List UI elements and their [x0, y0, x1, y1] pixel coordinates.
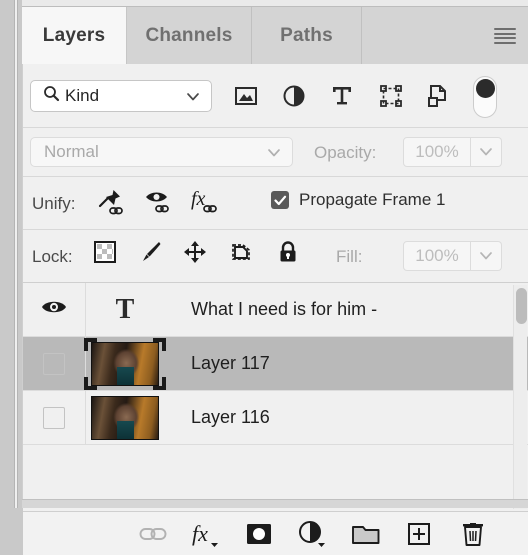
layers-bottom-toolbar: fx [23, 511, 528, 555]
table-row[interactable]: Layer 116 [23, 391, 528, 445]
link-icon[interactable] [135, 517, 171, 551]
unify-style-fx-icon[interactable]: fx [189, 186, 223, 220]
layers-panel: Layers Channels Paths Kind Normal Opacit… [0, 0, 528, 555]
layer-list[interactable]: T What I need is for him - Layer 117 Lay… [23, 283, 528, 511]
trash-icon[interactable] [455, 517, 491, 551]
lock-label: Lock: [32, 247, 73, 266]
unify-visibility-eye-icon[interactable] [142, 186, 176, 220]
filter-enable-toggle[interactable] [473, 76, 497, 118]
panel-tab-bar: Layers Channels Paths [22, 7, 528, 64]
layer-name[interactable]: Layer 117 [191, 337, 270, 390]
opacity-label: Opacity: [314, 143, 377, 162]
scrollbar-thumb[interactable] [516, 288, 527, 324]
folder-icon[interactable] [348, 517, 384, 551]
lock-position-move-icon[interactable] [183, 240, 215, 272]
propagate-frame-label: Propagate Frame 1 [299, 190, 446, 209]
eye-icon-hidden [43, 352, 65, 375]
plus-square-icon[interactable] [401, 517, 437, 551]
layer-thumbnail[interactable] [86, 395, 164, 441]
blend-mode-value: Normal [44, 142, 99, 161]
blend-mode-dropdown[interactable]: Normal [30, 137, 293, 167]
chevron-down-icon [186, 90, 200, 108]
chevron-down-icon [267, 146, 281, 164]
smart-object-filter-icon[interactable] [423, 80, 455, 112]
table-row[interactable]: T What I need is for him - [23, 283, 528, 337]
panel-top-edge [22, 0, 528, 7]
unify-row: Unify: fx Propagate Frame 1 [23, 177, 528, 229]
blend-mode-row: Normal Opacity: 100% [23, 128, 528, 176]
lock-row: Lock: Fill: 100% [23, 230, 528, 282]
filter-kind-dropdown[interactable]: Kind [30, 80, 212, 112]
unify-label: Unify: [32, 194, 76, 213]
lock-all-padlock-icon[interactable] [276, 240, 308, 272]
eye-icon [41, 298, 67, 321]
table-row[interactable]: Layer 117 [23, 337, 528, 391]
layer-visibility-toggle[interactable] [23, 391, 86, 444]
tab-channels[interactable]: Channels [127, 7, 252, 64]
fill-label: Fill: [336, 247, 363, 266]
checkbox-box [271, 191, 289, 209]
tab-paths-label: Paths [280, 24, 333, 46]
fx-icon[interactable]: fx [188, 517, 224, 551]
unify-position-pin-icon[interactable] [93, 186, 127, 220]
layer-visibility-toggle[interactable] [23, 283, 86, 336]
layer-name[interactable]: What I need is for him - [191, 283, 377, 336]
layer-visibility-toggle[interactable] [23, 337, 86, 390]
shape-layer-filter-icon[interactable] [375, 80, 407, 112]
type-layer-thumbnail-icon: T [115, 294, 135, 325]
tab-channels-label: Channels [145, 24, 233, 46]
layer-selection-marker [84, 338, 166, 390]
panel-edge-strip [14, 0, 18, 508]
pixel-layer-filter-icon[interactable] [230, 80, 262, 112]
tab-layers-label: Layers [42, 24, 106, 46]
panel-body: Kind Normal Opacity: 100% Unify: fx Prop… [22, 64, 528, 555]
lock-image-pixels-brush-icon[interactable] [138, 240, 170, 272]
eye-icon-hidden [43, 406, 65, 429]
fill-dropdown-button[interactable] [471, 241, 502, 271]
type-layer-filter-icon[interactable] [326, 80, 358, 112]
mask-icon[interactable] [241, 517, 277, 551]
search-icon [43, 85, 60, 107]
image-layer-thumbnail [91, 396, 159, 440]
filter-kind-value: Kind [65, 86, 100, 105]
layer-thumbnail[interactable]: T [86, 287, 164, 333]
toggle-knob [476, 79, 495, 98]
adjustment-circle-icon[interactable] [294, 517, 330, 551]
opacity-dropdown-button[interactable] [471, 137, 502, 167]
hamburger-menu-icon[interactable] [492, 27, 518, 45]
adjustment-layer-filter-icon[interactable] [278, 80, 310, 112]
tab-layers[interactable]: Layers [22, 7, 127, 64]
panel-bottom-edge [22, 499, 528, 508]
svg-text:fx: fx [191, 188, 206, 210]
tab-paths[interactable]: Paths [252, 7, 362, 64]
panel-left-gutter [0, 0, 22, 508]
layer-name[interactable]: Layer 116 [191, 391, 270, 444]
propagate-frame-checkbox[interactable]: Propagate Frame 1 [271, 190, 445, 210]
lock-artboard-nesting-icon[interactable] [229, 240, 261, 272]
lock-transparent-pixels-icon[interactable] [93, 240, 125, 272]
layer-list-scrollbar[interactable] [513, 285, 527, 509]
layer-filter-row: Kind [23, 64, 528, 127]
svg-text:fx: fx [192, 521, 208, 546]
fill-input[interactable]: 100% [403, 241, 471, 271]
opacity-input[interactable]: 100% [403, 137, 471, 167]
